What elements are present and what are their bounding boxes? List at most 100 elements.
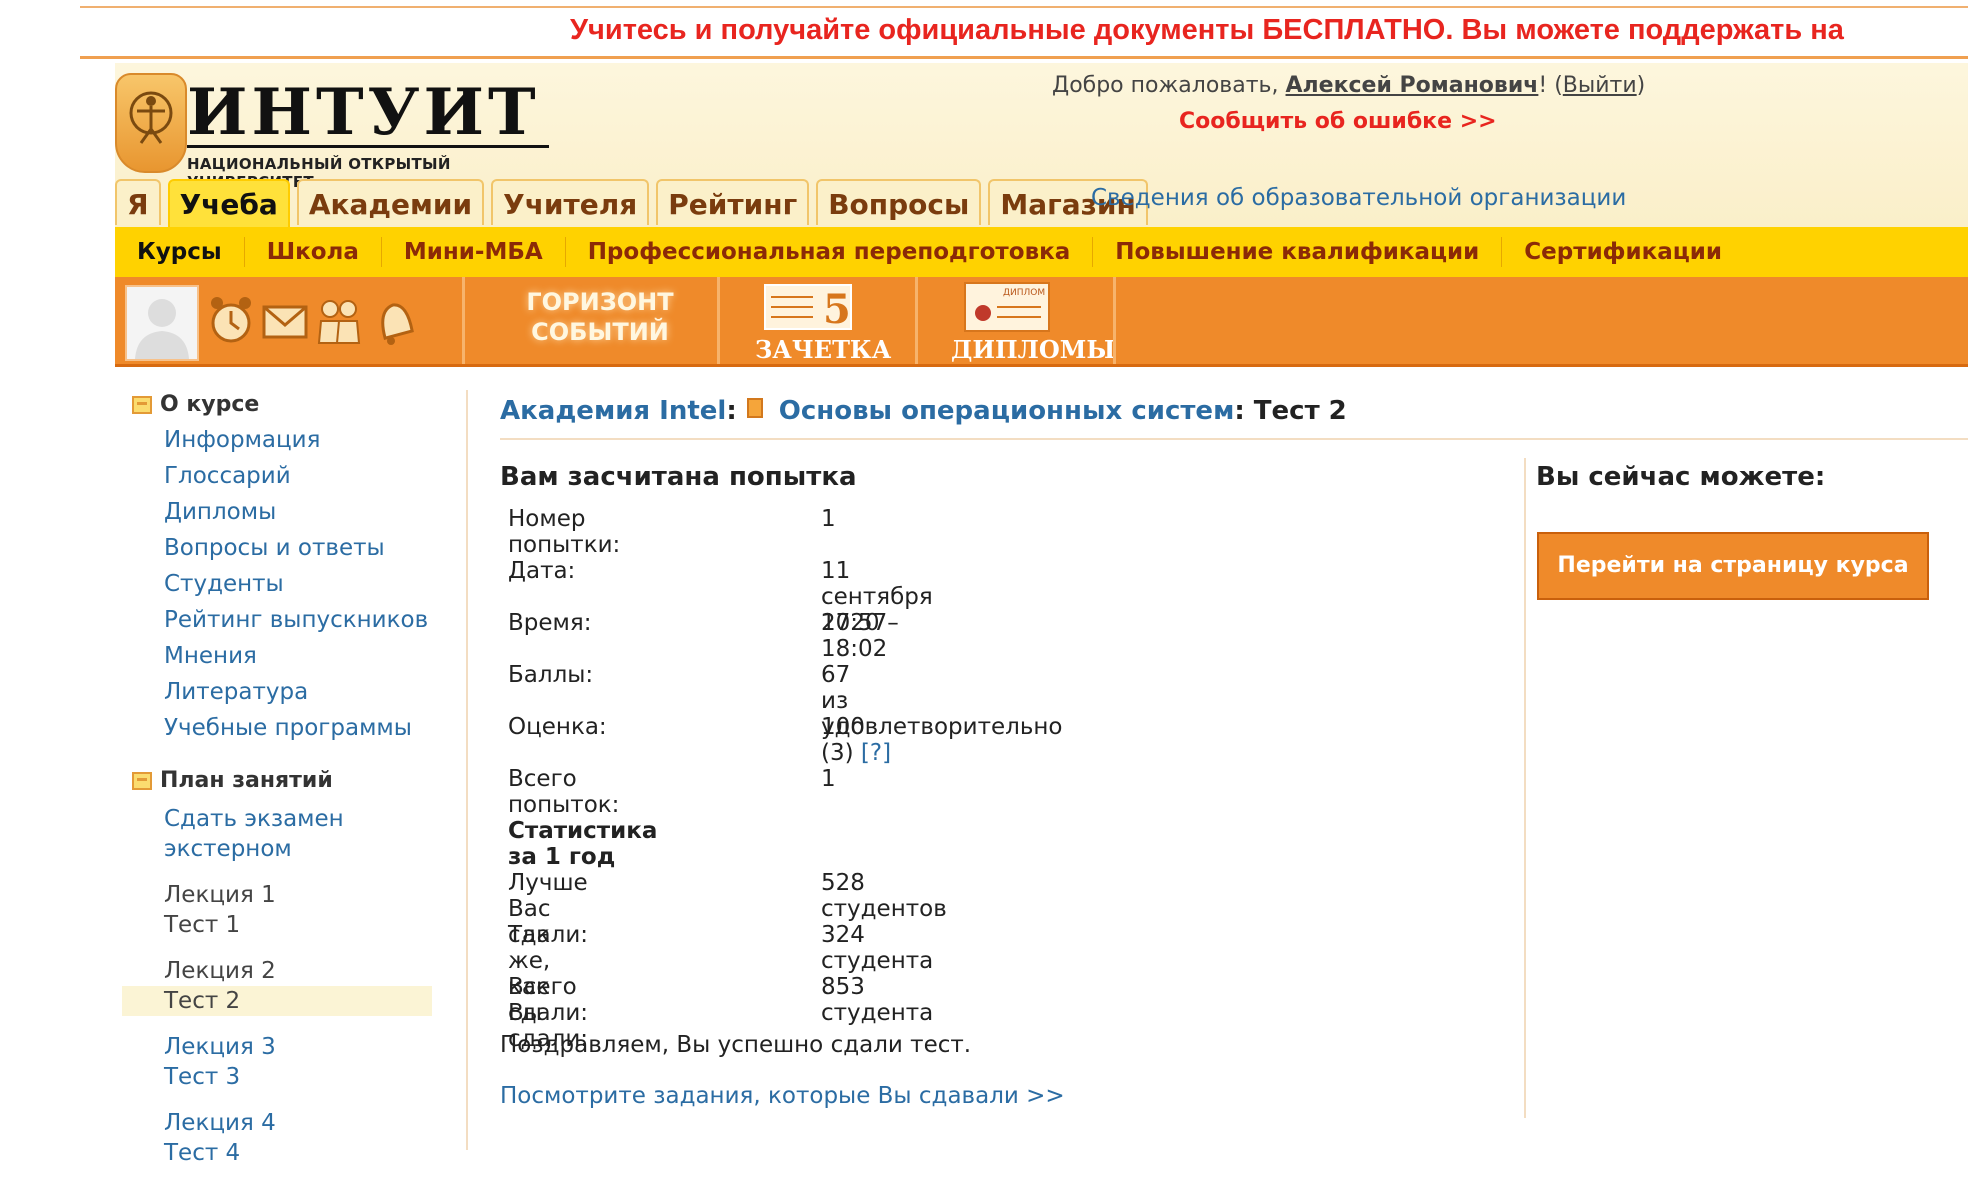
lesson-plan-header: План занятий xyxy=(122,764,442,798)
sidebar-item-students[interactable]: Студенты xyxy=(122,566,442,602)
test-4-link[interactable]: Тест 4 xyxy=(164,1138,442,1168)
horizon-line2: СОБЫТИЙ xyxy=(531,318,669,346)
toolbar-divider xyxy=(462,277,465,364)
logo-emblem-icon xyxy=(115,73,187,173)
grade-help-link[interactable]: [?] xyxy=(861,740,891,766)
diplomas-label[interactable]: ДИПЛОМЫ xyxy=(951,335,1115,364)
breadcrumb-sep: : xyxy=(1234,396,1254,426)
result-title: Вам засчитана попытка xyxy=(500,462,857,492)
toolbar-divider xyxy=(915,277,918,364)
tab-study[interactable]: Учеба xyxy=(167,179,290,227)
course-sidebar: О курсе Информация Глоссарий Дипломы Воп… xyxy=(122,388,442,1184)
subnav-mini-mba[interactable]: Мини-МБА xyxy=(382,237,566,267)
user-name-link[interactable]: Алексей Романович xyxy=(1286,73,1539,98)
tab-me[interactable]: Я xyxy=(115,179,161,225)
actions-divider xyxy=(1524,458,1526,1118)
external-exam-group: Сдать экзамен экстерном xyxy=(122,804,442,864)
breadcrumb-academy[interactable]: Академия Intel xyxy=(500,396,726,426)
welcome-prefix: Добро пожаловать, xyxy=(1052,73,1286,98)
gradebook-label[interactable]: ЗАЧЕТКА xyxy=(755,335,891,364)
actions-title: Вы сейчас можете: xyxy=(1536,462,1826,492)
tab-questions[interactable]: Вопросы xyxy=(816,179,982,225)
events-horizon-button[interactable]: ГОРИЗОНТ СОБЫТИЙ xyxy=(485,287,715,347)
toolbar-divider xyxy=(1113,277,1116,364)
book-icon xyxy=(746,398,763,418)
sidebar-item-qa[interactable]: Вопросы и ответы xyxy=(122,530,442,566)
row-value: 17:57–18:02 xyxy=(821,610,899,662)
avatar[interactable] xyxy=(125,285,199,361)
report-error-link[interactable]: Сообщить об ошибке >> xyxy=(1179,109,1497,134)
mail-icon[interactable] xyxy=(261,291,309,349)
alarm-clock-icon[interactable] xyxy=(207,291,255,349)
about-course-title: О курсе xyxy=(160,392,260,417)
row-value: 528 студентов xyxy=(821,870,947,922)
test-2-current: Тест 2 xyxy=(122,986,432,1016)
lesson-group-2: Лекция 2 Тест 2 xyxy=(122,956,442,1016)
tab-rating[interactable]: Рейтинг xyxy=(656,179,810,225)
lesson-plan-title: План занятий xyxy=(160,768,333,793)
grade-text: удовлетворительно (3) xyxy=(821,714,1063,766)
welcome-text: Добро пожаловать, Алексей Романович! (Вы… xyxy=(1052,73,1645,98)
stats-title: Статистика за 1 год xyxy=(508,818,658,870)
diploma-badge-text: ДИПЛОМ xyxy=(1003,288,1045,298)
gradebook-grade: 5 xyxy=(823,286,851,331)
friends-icon[interactable] xyxy=(315,291,363,349)
breadcrumb-current: Тест 2 xyxy=(1253,396,1347,426)
row-key: Номер попытки: xyxy=(508,506,621,558)
lecture-3-link[interactable]: Лекция 3 xyxy=(164,1032,442,1062)
row-key: Дата: xyxy=(508,558,576,584)
sub-nav: Курсы Школа Мини-МБА Профессиональная пе… xyxy=(115,227,1968,277)
tab-teachers[interactable]: Учителя xyxy=(491,179,650,225)
subnav-certifications[interactable]: Сертификации xyxy=(1502,237,1744,267)
lecture-1: Лекция 1 xyxy=(164,882,276,908)
row-value: 324 студента xyxy=(821,922,934,974)
main-tabs: Я Учеба Академии Учителя Рейтинг Вопросы… xyxy=(115,179,1155,227)
sidebar-divider xyxy=(466,390,468,1150)
sidebar-item-diplomas[interactable]: Дипломы xyxy=(122,494,442,530)
view-tasks-link[interactable]: Посмотрите задания, которые Вы сдавали >… xyxy=(500,1083,1065,1109)
sidebar-item-graduates-rating[interactable]: Рейтинг выпускников xyxy=(122,602,442,638)
external-exam-link-line2[interactable]: экстерном xyxy=(164,834,442,864)
promo-text[interactable]: Учитесь и получайте официальные документ… xyxy=(570,14,1844,47)
subnav-courses[interactable]: Курсы xyxy=(115,237,245,267)
logout-open: ( xyxy=(1547,73,1563,98)
breadcrumb-course[interactable]: Основы операционных систем xyxy=(779,396,1235,426)
test-1: Тест 1 xyxy=(164,912,241,938)
promo-banner[interactable]: Учитесь и получайте официальные документ… xyxy=(80,6,1968,59)
sidebar-item-opinions[interactable]: Мнения xyxy=(122,638,442,674)
toolbar-divider xyxy=(717,277,720,364)
logout-link[interactable]: Выйти xyxy=(1563,73,1637,98)
breadcrumb-sep: : xyxy=(726,396,737,426)
folder-icon xyxy=(132,396,152,414)
gradebook-icon[interactable]: 5 xyxy=(763,281,853,333)
subnav-qualification[interactable]: Повышение квалификации xyxy=(1093,237,1503,267)
lesson-group-4: Лекция 4 Тест 4 xyxy=(122,1108,442,1168)
external-exam-link-line1[interactable]: Сдать экзамен xyxy=(164,804,442,834)
diploma-icon[interactable]: ДИПЛОМ xyxy=(963,281,1051,333)
grade-value: удовлетворительно (3) [?] xyxy=(821,714,1062,766)
go-to-course-button[interactable]: Перейти на страницу курса xyxy=(1537,532,1929,600)
lecture-4-link[interactable]: Лекция 4 xyxy=(164,1108,442,1138)
lesson-group-3: Лекция 3 Тест 3 xyxy=(122,1032,442,1092)
logo[interactable]: ИНТУИТ НАЦИОНАЛЬНЫЙ ОТКРЫТЫЙ УНИВЕРСИТЕТ xyxy=(115,73,555,191)
subnav-retraining[interactable]: Профессиональная переподготовка xyxy=(566,237,1094,267)
row-key: Время: xyxy=(508,610,592,636)
row-value: 1 xyxy=(821,766,836,792)
logo-title: ИНТУИТ xyxy=(187,75,540,150)
tab-academies[interactable]: Академии xyxy=(296,179,485,225)
breadcrumb-divider xyxy=(500,438,1968,440)
org-info-link[interactable]: Сведения об образовательной организации xyxy=(1091,185,1626,211)
horizon-line1: ГОРИЗОНТ xyxy=(526,288,674,316)
bell-icon[interactable] xyxy=(369,291,417,349)
sidebar-item-info[interactable]: Информация xyxy=(122,422,442,458)
row-key: Всего попыток: xyxy=(508,766,620,818)
congrats-message: Поздравляем, Вы успешно сдали тест. xyxy=(500,1032,972,1058)
test-3-link[interactable]: Тест 3 xyxy=(164,1062,442,1092)
lecture-2: Лекция 2 xyxy=(164,958,276,984)
sidebar-item-literature[interactable]: Литература xyxy=(122,674,442,710)
sidebar-item-programs[interactable]: Учебные программы xyxy=(122,710,442,746)
subnav-school[interactable]: Школа xyxy=(245,237,382,267)
about-course-header: О курсе xyxy=(122,388,442,422)
sidebar-item-glossary[interactable]: Глоссарий xyxy=(122,458,442,494)
welcome-bang: ! xyxy=(1538,73,1548,98)
